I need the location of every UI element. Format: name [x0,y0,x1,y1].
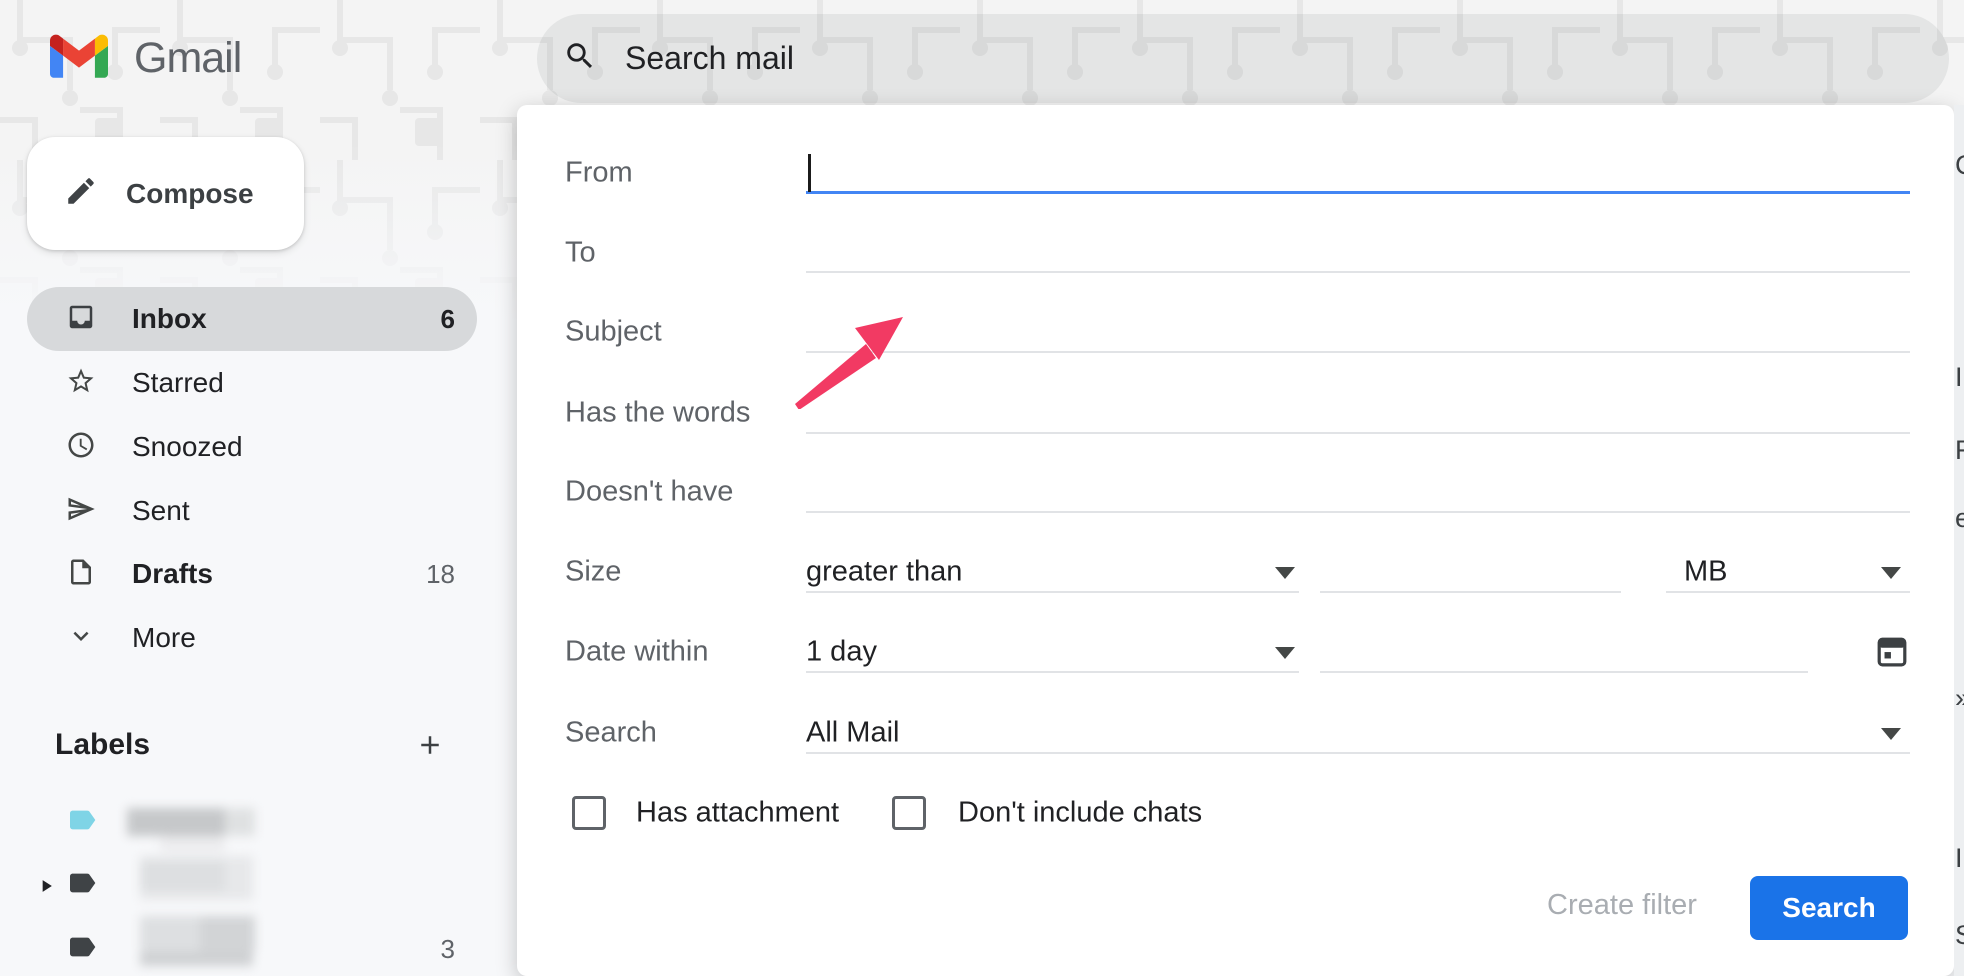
search-bar[interactable]: Search mail [537,14,1949,103]
clock-icon [66,430,96,465]
dont-include-chats-checkbox[interactable] [892,796,926,830]
size-unit-underline [1666,591,1910,593]
dropdown-caret-icon[interactable] [1881,728,1901,740]
clipped-text-fragment: S [1955,920,1964,951]
clipped-text-fragment: I [1955,843,1963,874]
calendar-icon[interactable] [1877,635,1907,672]
size-amount-input[interactable] [1320,591,1621,593]
label-tag-icon-dark [66,931,98,968]
compose-label: Compose [126,178,254,210]
sidebar-item-sent[interactable]: Sent [27,479,477,543]
label-tag-icon-teal [66,804,98,841]
inbox-icon [66,302,96,337]
compose-button[interactable]: Compose [27,137,304,250]
search-scope-underline [806,752,1910,754]
to-label: To [565,237,596,270]
pencil-icon [64,174,98,213]
sidebar-item-label: Inbox [132,303,207,335]
gmail-m-icon [50,33,108,83]
search-icon[interactable] [563,39,597,78]
to-input[interactable] [806,271,1910,273]
sidebar-item-drafts[interactable]: Drafts 18 [27,542,477,606]
from-input[interactable] [806,191,1910,194]
search-button[interactable]: Search [1750,876,1908,940]
has-words-label: Has the words [565,397,750,430]
advanced-search-panel: From To Subject Has the words Doesn't ha… [517,105,1954,976]
has-attachment-checkbox[interactable] [572,796,606,830]
add-label-button[interactable] [415,730,445,765]
sidebar-item-label: Sent [132,495,190,527]
label-count: 3 [441,934,455,965]
star-icon [66,366,96,401]
labels-heading: Labels [55,728,150,762]
size-unit-select[interactable]: MB [1684,556,1728,589]
search-input[interactable]: Search mail [625,40,794,77]
date-range-select[interactable]: 1 day [806,636,877,669]
dropdown-caret-icon[interactable] [1275,567,1295,579]
clipped-text-fragment: » [1955,683,1964,714]
clipped-text-fragment: e [1955,503,1964,534]
subject-input[interactable] [806,351,1910,353]
clipped-text-fragment: I [1955,362,1963,393]
unread-count: 6 [441,304,455,335]
gmail-wordmark: Gmail [134,34,241,83]
draft-file-icon [66,557,96,592]
search-scope-select[interactable]: All Mail [806,717,899,750]
labels-section-header: Labels [27,713,477,777]
search-scope-label: Search [565,717,657,750]
sidebar-item-label: Snoozed [132,431,243,463]
clipped-text-fragment: F [1955,435,1964,466]
label-tag-icon-dark [66,867,98,904]
date-range-underline [806,671,1299,673]
redacted-label-names [110,795,330,976]
annotation-arrow-icon [787,309,912,409]
send-icon [66,494,96,529]
size-operator-select[interactable]: greater than [806,556,962,589]
doesnt-have-label: Doesn't have [565,476,733,509]
has-attachment-label: Has attachment [636,797,839,830]
from-label: From [565,157,633,190]
date-within-label: Date within [565,636,708,669]
background-content-sliver: C I F e » I S [1954,105,1964,976]
dropdown-caret-icon[interactable] [1275,647,1295,659]
sidebar-item-label: More [132,622,196,654]
sidebar-item-label: Drafts [132,558,213,590]
doesnt-have-input[interactable] [806,511,1910,513]
create-filter-button[interactable]: Create filter [1522,873,1722,937]
gmail-logo: Gmail [50,30,241,86]
size-label: Size [565,556,621,589]
sidebar-item-more[interactable]: More [27,606,477,670]
chevron-down-icon [66,621,96,656]
draft-count: 18 [426,559,455,590]
clipped-text-fragment: C [1955,150,1964,181]
sidebar-item-snoozed[interactable]: Snoozed [27,415,477,479]
has-words-input[interactable] [806,432,1910,434]
date-input[interactable] [1320,671,1808,673]
text-cursor [808,154,811,192]
subject-label: Subject [565,316,662,349]
gmail-app: Gmail Search mail Compose Inbox 6 Starre… [0,0,1964,976]
sidebar-item-inbox[interactable]: Inbox 6 [27,287,477,351]
size-operator-underline [806,591,1299,593]
sidebar-item-label: Starred [132,367,224,399]
dont-include-chats-label: Don't include chats [958,797,1202,830]
dropdown-caret-icon[interactable] [1881,567,1901,579]
expand-arrow-icon[interactable] [36,876,56,901]
sidebar-item-starred[interactable]: Starred [27,351,477,415]
